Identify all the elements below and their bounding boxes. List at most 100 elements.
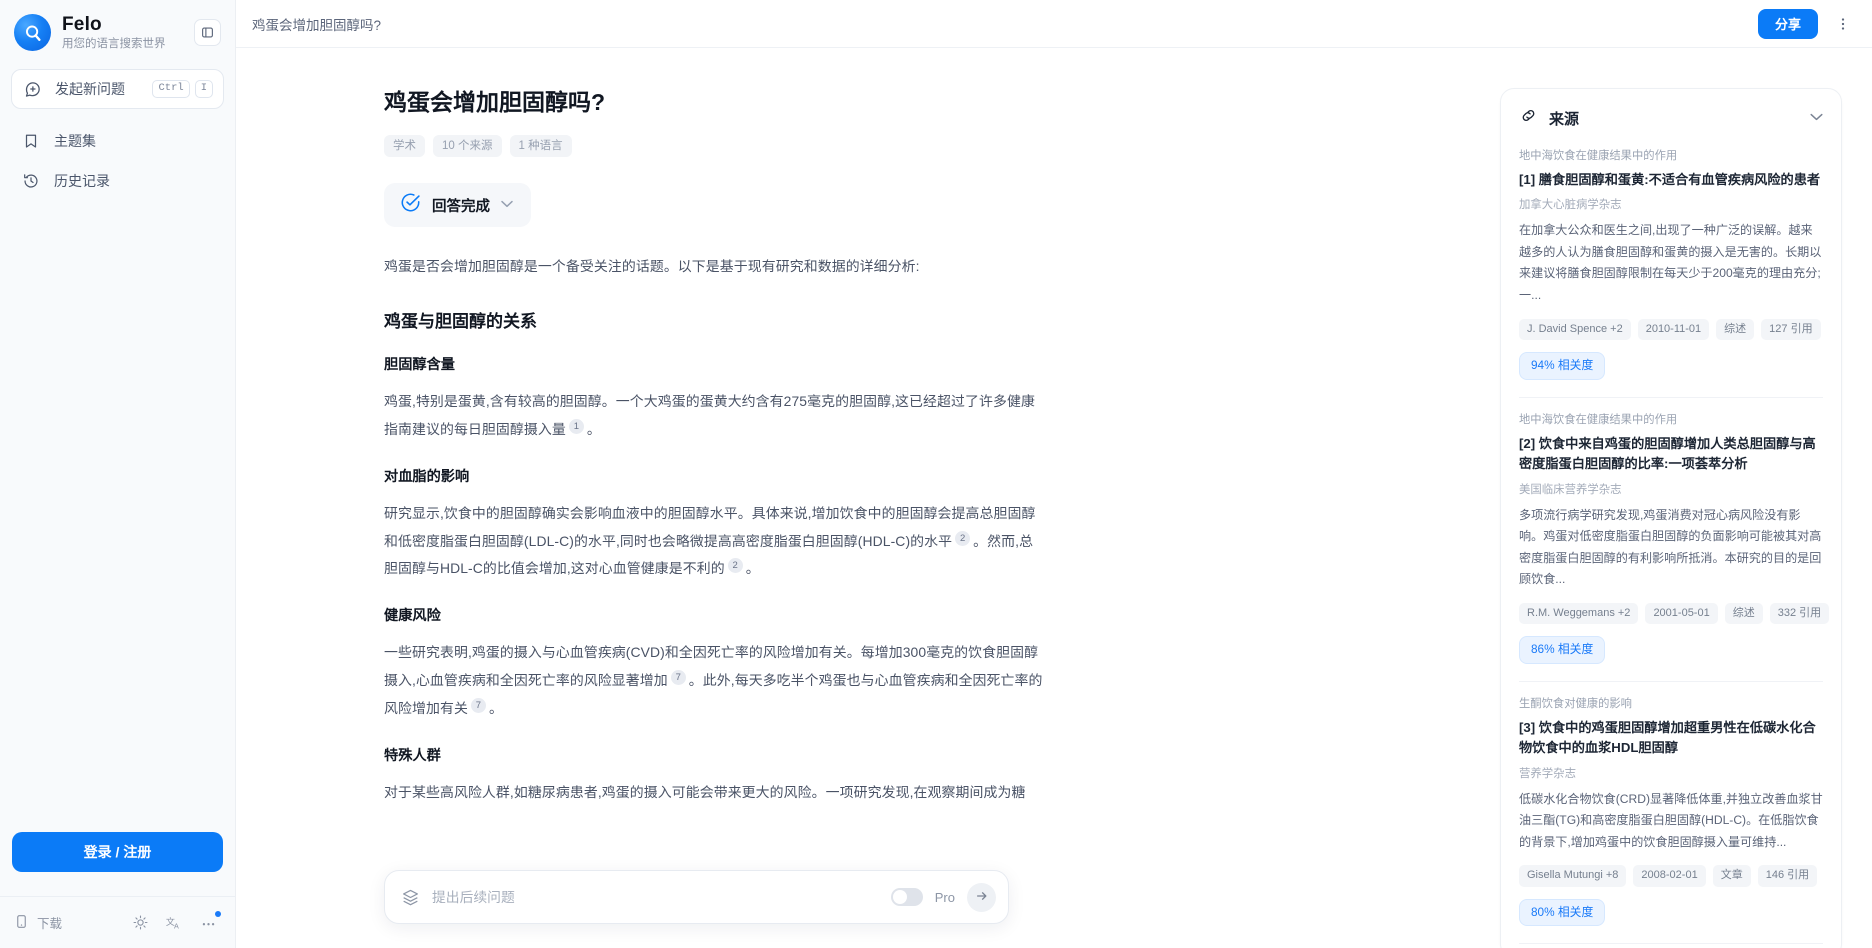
sidebar-item-label: 主题集: [54, 133, 96, 149]
share-button[interactable]: 分享: [1757, 8, 1818, 39]
paragraph-text: 。: [745, 560, 760, 577]
answer-paragraph-3: 一些研究表明,鸡蛋的摄入与心血管疾病(CVD)和全因死亡率的风险增加有关。每增加…: [384, 639, 1044, 722]
source-type: 文章: [1712, 865, 1751, 887]
sources-header[interactable]: 来源: [1501, 89, 1841, 143]
layers-icon[interactable]: [401, 888, 420, 907]
relevance-badge: 80% 相关度: [1519, 898, 1606, 927]
answer-inner: 鸡蛋会增加胆固醇吗? 学术 10 个来源 1 种语言 回答完成 鸡蛋是否会增加胆…: [384, 88, 1044, 806]
citation-ref[interactable]: 7: [470, 697, 486, 713]
download-label: 下载: [37, 917, 63, 931]
felo-logo-icon: [14, 14, 51, 51]
kbd-ctrl: Ctrl: [152, 80, 190, 98]
answer-paragraph-2: 研究显示,饮食中的胆固醇确实会影响血液中的胆固醇水平。具体来说,增加饮食中的胆固…: [384, 500, 1044, 583]
source-title[interactable]: [1] 膳食胆固醇和蛋黄:不适合有血管疾病风险的患者: [1519, 170, 1823, 190]
source-journal: 加拿大心脏病学杂志: [1519, 199, 1622, 212]
source-author: R.M. Weggemans +2: [1519, 602, 1639, 625]
check-circle-icon: [400, 192, 421, 218]
mobile-icon: [14, 914, 29, 932]
answer-subheading-2: 对血脂的影响: [384, 468, 470, 485]
sun-icon[interactable]: [127, 910, 153, 936]
source-topic: 生酮饮食对健康的影响: [1519, 697, 1632, 710]
source-topic: 地中海饮食在健康结果中的作用: [1519, 150, 1678, 162]
sidebar-item-label: 历史记录: [54, 173, 110, 189]
answer-subheading-1: 胆固醇含量: [384, 357, 455, 374]
source-title[interactable]: [3] 饮食中的鸡蛋胆固醇增加超重男性在低碳水化合物饮食中的血浆HDL胆固醇: [1519, 718, 1823, 759]
citation-ref[interactable]: 7: [670, 669, 686, 685]
notification-dot: [215, 910, 221, 917]
relevance-badge: 86% 相关度: [1519, 636, 1606, 664]
followup-wrapper: Pro: [384, 870, 1009, 924]
arrow-right-icon: [975, 889, 989, 906]
kbd-i: I: [194, 80, 213, 98]
send-button[interactable]: [967, 882, 996, 912]
answer-subheading-4: 特殊人群: [384, 747, 441, 764]
sidebar-item-label: 发起新问题: [55, 81, 125, 97]
source-type: 综述: [1716, 318, 1755, 341]
source-citations: 332 引用: [1769, 602, 1830, 625]
answer-paragraph-4: 对于某些高风险人群,如糖尿病患者,鸡蛋的摄入可能会带来更大的风险。一项研究发现,…: [384, 783, 1026, 800]
source-date: 2001-05-01: [1645, 602, 1718, 625]
source-journal: 美国临床营养学杂志: [1519, 483, 1622, 496]
source-author: Gisella Mutungi +8: [1519, 865, 1627, 887]
answer-intro: 鸡蛋是否会增加胆固醇是一个备受关注的话题。以下是基于现有研究和数据的详细分析:: [384, 258, 920, 275]
sidebar-item-collections[interactable]: 主题集: [11, 121, 224, 161]
source-item[interactable]: 地中海饮食在健康结果中的作用 [1] 膳食胆固醇和蛋黄:不适合有血管疾病风险的患…: [1519, 143, 1823, 398]
sources-column: 来源 地中海饮食在健康结果中的作用 [1] 膳食胆固醇和蛋黄:不适合有血管疾病风…: [1482, 48, 1872, 948]
ellipsis-icon[interactable]: [195, 910, 221, 936]
page-title: 鸡蛋会增加胆固醇吗?: [384, 89, 606, 115]
chevron-down-icon[interactable]: [1810, 112, 1823, 124]
answer-subheading-3: 健康风险: [384, 608, 441, 625]
source-citations: 127 引用: [1761, 318, 1821, 341]
source-citations: 146 引用: [1757, 865, 1818, 887]
answer-status-button[interactable]: 回答完成: [384, 183, 531, 228]
paragraph-text: 。: [586, 420, 601, 437]
topbar-title: 鸡蛋会增加胆固醇吗?: [252, 17, 382, 33]
brand-tagline: 用您的语言搜索世界: [62, 38, 166, 51]
source-meta: J. David Spence +2 2010-11-01 综述 127 引用: [1519, 318, 1823, 341]
new-question-icon: [22, 79, 42, 99]
translate-icon[interactable]: 文 A: [161, 910, 187, 936]
sources-title: 来源: [1549, 110, 1580, 128]
source-author: J. David Spence +2: [1519, 318, 1631, 341]
relevance-badge: 94% 相关度: [1519, 352, 1606, 380]
download-button[interactable]: 下载: [14, 913, 62, 932]
answer-section-heading: 鸡蛋与胆固醇的关系: [384, 312, 537, 332]
sidebar: Felo 用您的语言搜索世界 发起新问题 Ctrl I 主题集 历史记录 登录 …: [0, 0, 236, 948]
answer-column: 鸡蛋会增加胆固醇吗? 学术 10 个来源 1 种语言 回答完成 鸡蛋是否会增加胆…: [236, 48, 1482, 948]
source-item[interactable]: 地中海饮食在健康结果中的作用 [2] 饮食中来自鸡蛋的胆固醇增加人类总胆固醇与高…: [1519, 398, 1830, 682]
followup-input[interactable]: [432, 889, 879, 905]
pro-toggle[interactable]: [890, 888, 923, 906]
citation-ref[interactable]: 2: [955, 530, 971, 546]
brand-text: Felo 用您的语言搜索世界: [62, 13, 183, 51]
sidebar-item-new-question[interactable]: 发起新问题 Ctrl I: [11, 69, 224, 109]
sources-list: 地中海饮食在健康结果中的作用 [1] 膳食胆固醇和蛋黄:不适合有血管疾病风险的患…: [1501, 143, 1841, 948]
login-register-button[interactable]: 登录 / 注册: [12, 832, 223, 872]
citation-ref[interactable]: 1: [568, 418, 584, 434]
main-area: 鸡蛋会增加胆固醇吗? 分享 鸡蛋会增加胆固醇吗? 学术 10 个来源 1 种语言…: [236, 0, 1872, 948]
source-item[interactable]: [4] 关于鸡蛋和胆固醇的营养观点: [1519, 944, 1823, 948]
source-topic: 地中海饮食在健康结果中的作用: [1519, 413, 1678, 426]
sidebar-footer: 下载 文 A: [0, 896, 235, 948]
citation-ref[interactable]: 2: [727, 558, 743, 574]
answer-status-label: 回答完成: [432, 198, 490, 215]
sources-panel: 来源 地中海饮食在健康结果中的作用 [1] 膳食胆固醇和蛋黄:不适合有血管疾病风…: [1500, 88, 1842, 948]
sidebar-nav: 发起新问题 Ctrl I 主题集 历史记录: [0, 69, 235, 201]
source-item[interactable]: 生酮饮食对健康的影响 [3] 饮食中的鸡蛋胆固醇增加超重男性在低碳水化合物饮食中…: [1519, 682, 1823, 945]
source-date: 2008-02-01: [1633, 865, 1706, 887]
followup-bar[interactable]: Pro: [384, 870, 1009, 924]
source-meta: R.M. Weggemans +2 2001-05-01 综述 332 引用: [1519, 602, 1830, 625]
sidebar-item-history[interactable]: 历史记录: [11, 161, 224, 201]
source-title[interactable]: [2] 饮食中来自鸡蛋的胆固醇增加人类总胆固醇与高密度脂蛋白胆固醇的比率:一项荟…: [1519, 434, 1823, 475]
sidebar-collapse-icon[interactable]: [194, 19, 221, 46]
source-date: 2010-11-01: [1637, 318, 1710, 341]
paragraph-text: 鸡蛋,特别是蛋黄,含有较高的胆固醇。一个大鸡蛋的蛋黄大约含有275毫克的胆固醇,…: [384, 393, 1035, 437]
kebab-menu-icon[interactable]: [1830, 11, 1856, 37]
chip-source-count: 10 个来源: [433, 134, 502, 158]
app-root: Felo 用您的语言搜索世界 发起新问题 Ctrl I 主题集 历史记录 登录 …: [0, 0, 1872, 948]
pro-label: Pro: [934, 889, 955, 905]
source-type: 综述: [1724, 602, 1763, 625]
bookmark-icon: [21, 131, 41, 151]
link-icon: [1519, 106, 1538, 130]
brand-name: Felo: [62, 13, 102, 35]
